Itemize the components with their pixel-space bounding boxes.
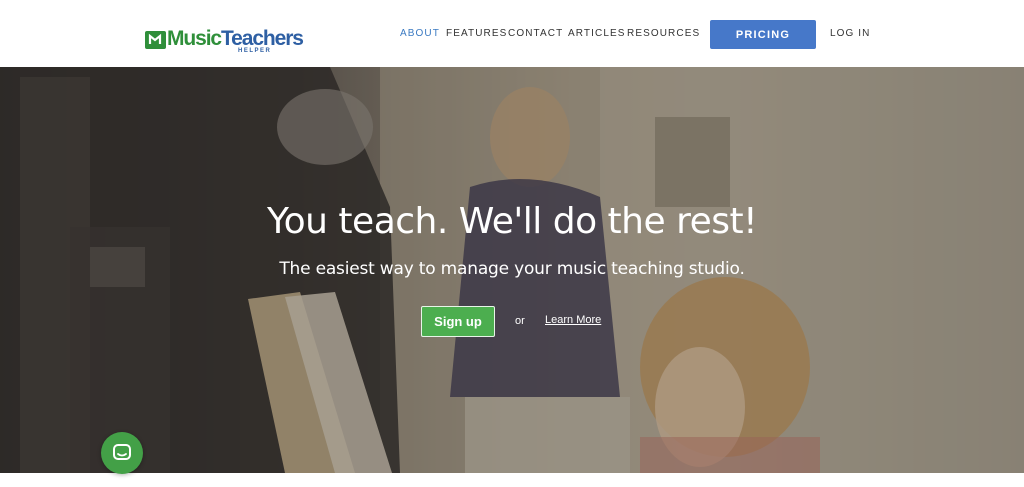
nav-resources[interactable]: RESOURCES (627, 27, 700, 41)
pricing-button[interactable]: PRICING (710, 20, 816, 49)
nav-contact[interactable]: CONTACT (508, 27, 563, 41)
signup-button[interactable]: Sign up (421, 306, 495, 337)
logo-subtitle: HELPER (238, 48, 272, 54)
chat-bubble-icon (113, 444, 131, 460)
chat-widget-button[interactable] (101, 432, 143, 474)
hero-title: You teach. We'll do the rest! (266, 201, 758, 242)
logo-text: MusicTeachers (167, 27, 304, 50)
or-separator: or (515, 315, 525, 327)
login-link[interactable]: LOG IN (830, 27, 871, 41)
learn-more-link[interactable]: Learn More (545, 314, 601, 326)
nav-about[interactable]: ABOUT (400, 27, 440, 41)
hero-subtitle: The easiest way to manage your music tea… (279, 259, 745, 279)
nav-features[interactable]: FEATURES (446, 27, 507, 41)
site-header: MusicTeachers HELPER ABOUT FEATURES CONT… (0, 0, 1024, 67)
page-below-hero (0, 473, 1024, 487)
hero-section: You teach. We'll do the rest! The easies… (0, 67, 1024, 473)
logo-mark-icon (145, 31, 166, 49)
music-teachers-helper-logo[interactable]: MusicTeachers HELPER (145, 24, 304, 60)
nav-articles[interactable]: ARTICLES (568, 27, 626, 41)
